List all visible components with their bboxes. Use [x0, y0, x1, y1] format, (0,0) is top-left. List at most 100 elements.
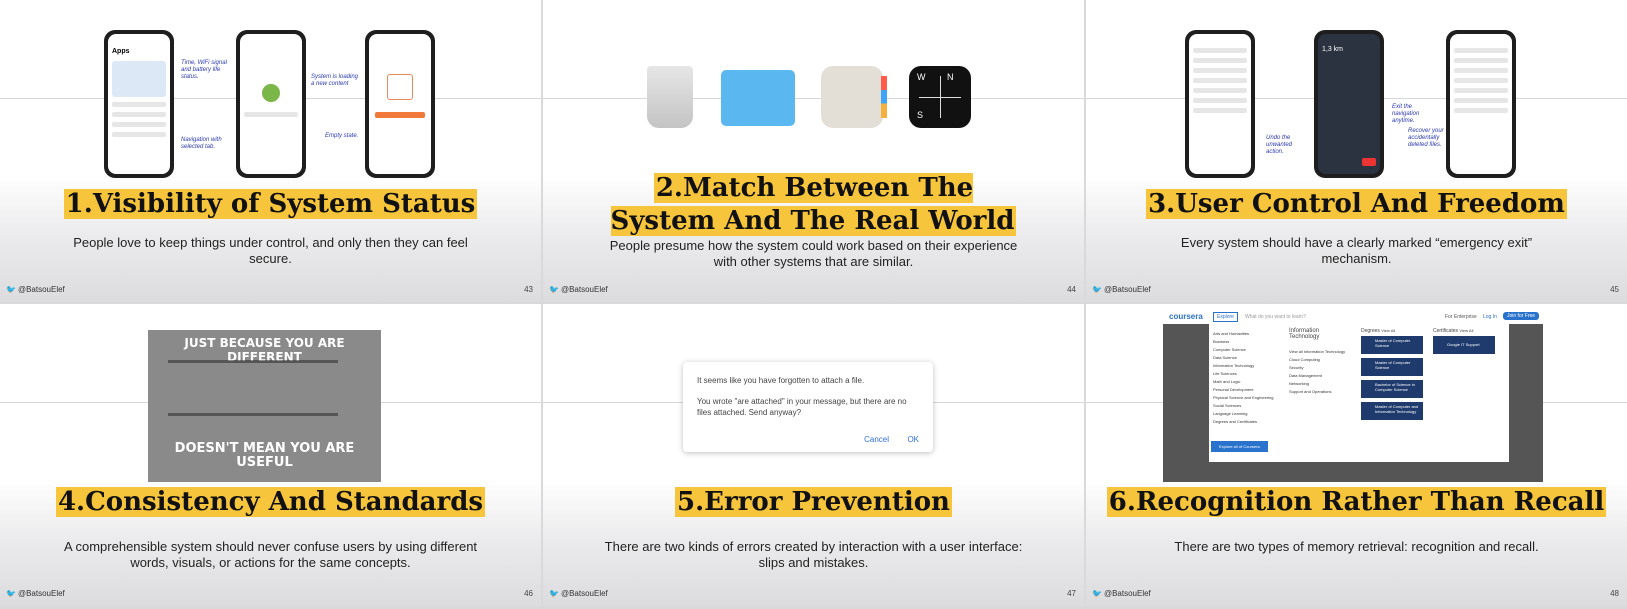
twitter-handle[interactable]: 🐦 @BatsouElef [6, 285, 65, 294]
login-link[interactable]: Log In [1483, 314, 1497, 320]
slide-match-real-world[interactable]: N W S 2.Match Between The System And The… [543, 0, 1084, 302]
slide-title: 3.User Control And Freedom [1146, 189, 1567, 219]
slide-title: 2.Match Between The System And The Real … [610, 173, 1017, 236]
category-item[interactable]: Computer Science [1213, 346, 1281, 354]
page-number: 48 [1610, 589, 1619, 598]
category-item[interactable]: Degrees and Certificates [1213, 418, 1281, 426]
slide-recognition[interactable]: coursera Explore What do you want to lea… [1086, 304, 1627, 606]
slide-description: Every system should have a clearly marke… [1180, 235, 1533, 266]
twitter-icon: 🐦 [549, 589, 559, 598]
compass-icon: N W S [909, 66, 971, 128]
twitter-handle[interactable]: 🐦 @BatsouElef [1092, 589, 1151, 598]
dialog-detail: You wrote "are attached" in your message… [697, 397, 907, 417]
page-number: 44 [1067, 285, 1076, 294]
note-loading: System is loading a new content [311, 74, 359, 87]
slide-consistency[interactable]: JUST BECAUSE YOU ARE DIFFERENT DOESN'T M… [0, 304, 541, 606]
submenu-item[interactable]: Networking [1289, 380, 1355, 388]
twitter-handle[interactable]: 🐦 @BatsouElef [6, 589, 65, 598]
enterprise-link[interactable]: For Enterprise [1445, 314, 1477, 320]
note-recover: Recover your accidentally deleted files. [1408, 128, 1444, 148]
slide-description: People presume how the system could work… [609, 238, 1018, 269]
twitter-handle[interactable]: 🐦 @BatsouElef [549, 589, 608, 598]
category-item[interactable]: Personal Development [1213, 386, 1281, 394]
degree-card[interactable]: Bachelor of Science in Computer Science [1361, 380, 1423, 398]
note-navigation: Navigation with selected tab. [181, 137, 222, 150]
slide-description: There are two kinds of errors created by… [604, 539, 1023, 570]
phone-albums [1446, 30, 1516, 178]
bike-racks [168, 360, 338, 416]
slide-description: There are two types of memory retrieval:… [1174, 539, 1539, 554]
attachment-dialog: It seems like you have forgotten to atta… [683, 362, 933, 452]
page-number: 47 [1067, 589, 1076, 598]
category-item[interactable]: Data Science [1213, 354, 1281, 362]
page-number: 45 [1610, 285, 1619, 294]
category-item[interactable]: Language Learning [1213, 410, 1281, 418]
twitter-icon: 🐦 [1092, 285, 1102, 294]
certificates-header: Certificates View All [1433, 328, 1474, 334]
exit-nav-button [1362, 158, 1376, 166]
note-status: Time, WiFi signal and battery life statu… [181, 60, 227, 80]
ok-button[interactable]: OK [907, 435, 919, 444]
category-item[interactable]: Information Technology [1213, 362, 1281, 370]
twitter-icon: 🐦 [1092, 589, 1102, 598]
explore-all-button[interactable]: Explore all of Coursera [1211, 441, 1268, 452]
twitter-icon: 🐦 [6, 285, 16, 294]
twitter-icon: 🐦 [549, 285, 559, 294]
submenu-item[interactable]: Security [1289, 364, 1355, 372]
nav-distance: 1,3 km [1322, 46, 1344, 53]
search-input[interactable]: What do you want to learn? [1245, 314, 1306, 320]
meme-image: JUST BECAUSE YOU ARE DIFFERENT DOESN'T M… [148, 330, 381, 482]
phone-navigation: 1,3 km [1314, 30, 1384, 178]
note-exit: Exit the navigation anytime. [1392, 104, 1420, 124]
slide-title: 6.Recognition Rather Than Recall [1106, 487, 1607, 517]
category-item[interactable]: Life Sciences [1213, 370, 1281, 378]
twitter-handle[interactable]: 🐦 @BatsouElef [549, 285, 608, 294]
page-number: 46 [524, 589, 533, 598]
submenu-item[interactable]: Cloud Computing [1289, 356, 1355, 364]
degree-card[interactable]: Master of Computer Science [1361, 358, 1423, 376]
coursera-header: coursera Explore What do you want to lea… [1163, 310, 1543, 324]
map-card [112, 61, 166, 97]
empty-bag-icon [387, 74, 413, 100]
cancel-button[interactable]: Cancel [864, 435, 889, 444]
slide-grid: Apps Time, WiFi signal and battery life … [0, 0, 1627, 609]
degree-card[interactable]: Master of Computer and Information Techn… [1361, 402, 1423, 420]
folder-icon [721, 70, 795, 126]
category-item[interactable]: Business [1213, 338, 1281, 346]
join-button[interactable]: Join for Free [1503, 312, 1540, 320]
slide-visibility[interactable]: Apps Time, WiFi signal and battery life … [0, 0, 541, 302]
cta-bar [375, 112, 425, 118]
phone-empty-state [365, 30, 435, 178]
divider [543, 98, 1084, 99]
page-number: 43 [524, 285, 533, 294]
certificate-cards: Google IT Support [1433, 336, 1495, 358]
compass-s: S [917, 110, 924, 120]
explore-menu: Arts and Humanities Business Computer Scie… [1209, 324, 1509, 462]
explore-button[interactable]: Explore [1213, 312, 1238, 322]
twitter-handle[interactable]: 🐦 @BatsouElef [1092, 285, 1151, 294]
phone-documents [1185, 30, 1255, 178]
category-item[interactable]: Social Sciences [1213, 402, 1281, 410]
degree-card[interactable]: Master of Computer Science [1361, 336, 1423, 354]
loading-icon [262, 84, 280, 102]
coursera-logo: coursera [1169, 312, 1203, 321]
contacts-icon [821, 66, 887, 128]
submenu-item[interactable]: Support and Operations [1289, 388, 1355, 396]
submenu-item[interactable]: View all Information Technology [1289, 348, 1355, 356]
trash-icon [647, 66, 693, 128]
submenu-list: View all Information Technology Cloud Com… [1289, 348, 1355, 396]
meme-bottom-text: DOESN'T MEAN YOU ARE USEFUL [174, 441, 355, 470]
dialog-message: It seems like you have forgotten to atta… [697, 376, 865, 385]
phone-apps-title: Apps [112, 48, 130, 55]
phone-apps: Apps [104, 30, 174, 178]
category-item[interactable]: Arts and Humanities [1213, 330, 1281, 338]
submenu-item[interactable]: Data Management [1289, 372, 1355, 380]
note-undo: Undo the unwanted action. [1266, 135, 1293, 155]
slide-user-control[interactable]: 1,3 km Undo the unwanted action. Exit th… [1086, 0, 1627, 302]
twitter-icon: 🐦 [6, 589, 16, 598]
category-item[interactable]: Math and Logic [1213, 378, 1281, 386]
slide-description: A comprehensible system should never con… [63, 539, 478, 570]
certificate-card[interactable]: Google IT Support [1433, 336, 1495, 354]
category-item[interactable]: Physical Science and Engineering [1213, 394, 1281, 402]
slide-error-prevention[interactable]: It seems like you have forgotten to atta… [543, 304, 1084, 606]
